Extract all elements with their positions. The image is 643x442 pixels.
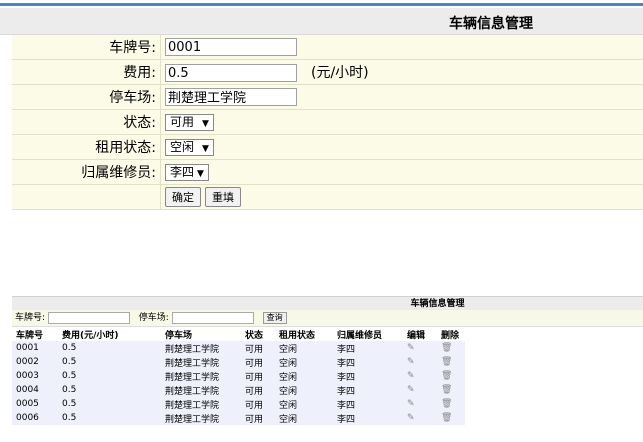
lot-input[interactable]: [165, 87, 297, 106]
table-header: 费用(元/小时): [62, 331, 119, 341]
table-header: 编辑: [407, 331, 426, 341]
table-cell: 0005: [12, 397, 58, 411]
fee-input[interactable]: [165, 64, 297, 83]
table-header: 删除: [441, 331, 460, 341]
search-lot-label: 停车场:: [138, 313, 169, 323]
table-cell: 0.5: [58, 369, 161, 383]
delete-icon[interactable]: 🗑: [437, 341, 465, 355]
search-lot-input[interactable]: [171, 311, 254, 324]
table-cell: 空闲: [275, 341, 333, 355]
table-row: 0003 0.5 荆楚理工学院 可用 空闲 李四 ✎ 🗑: [12, 369, 465, 383]
table-cell: 李四: [333, 397, 403, 411]
page-title: 车辆信息管理: [449, 16, 533, 32]
edit-icon[interactable]: ✎: [403, 383, 437, 397]
table-cell: 荆楚理工学院: [161, 355, 241, 369]
fee-unit: (元/小时): [311, 64, 369, 81]
table-header: 归属维修员: [337, 331, 383, 341]
table-cell: 0.5: [58, 397, 161, 411]
table-cell: 0004: [12, 383, 58, 397]
table-cell: 可用: [241, 355, 275, 369]
table-cell: 0.5: [58, 383, 161, 397]
edit-icon[interactable]: ✎: [403, 411, 437, 425]
search-plate-input[interactable]: [47, 311, 130, 324]
vehicle-list-panel: 车辆信息管理 车牌号: 停车场: 查询 车牌号 费用(元/小时) 停车场 状态 租用状态…: [12, 296, 643, 425]
table-cell: 0.5: [58, 411, 161, 425]
search-plate-label: 车牌号:: [15, 313, 46, 323]
chevron-down-icon: ▼: [202, 143, 209, 154]
status-select[interactable]: 可用 ▼: [165, 113, 214, 131]
table-cell: 空闲: [275, 383, 333, 397]
form-title-bar: 车辆信息管理: [0, 8, 643, 35]
table-cell: 0002: [12, 355, 58, 369]
chevron-down-icon: ▼: [202, 118, 209, 129]
rent-select-value: 空闲: [170, 139, 195, 154]
table-cell: 可用: [241, 411, 275, 425]
owner-select-value: 李四: [170, 164, 195, 179]
table-cell: 0.5: [58, 355, 161, 369]
delete-icon[interactable]: 🗑: [437, 397, 465, 411]
table-row: 0004 0.5 荆楚理工学院 可用 空闲 李四 ✎ 🗑: [12, 383, 465, 397]
table-cell: 空闲: [275, 369, 333, 383]
table-cell: 0.5: [58, 341, 161, 355]
ok-button[interactable]: 确定: [165, 187, 201, 207]
search-bar: 车牌号: 停车场: 查询: [12, 310, 643, 327]
table-cell: 荆楚理工学院: [161, 411, 241, 425]
reset-button[interactable]: 重填: [205, 187, 241, 207]
table-cell: 李四: [333, 341, 403, 355]
edit-icon[interactable]: ✎: [403, 341, 437, 355]
table-cell: 可用: [241, 397, 275, 411]
table-cell: 荆楚理工学院: [161, 369, 241, 383]
chevron-down-icon: ▼: [197, 168, 204, 179]
table-cell: 空闲: [275, 397, 333, 411]
status-label: 状态:: [12, 109, 161, 135]
edit-icon[interactable]: ✎: [403, 369, 437, 383]
table-row: 0006 0.5 荆楚理工学院 可用 空闲 李四 ✎ 🗑: [12, 411, 465, 425]
table-header: 车牌号: [16, 331, 44, 341]
delete-icon[interactable]: 🗑: [437, 355, 465, 369]
table-cell: 荆楚理工学院: [161, 397, 241, 411]
lot-label: 停车场:: [12, 84, 161, 110]
owner-label: 归属维修员:: [12, 159, 161, 185]
query-button[interactable]: 查询: [262, 311, 287, 324]
list-title: 车辆信息管理: [12, 296, 643, 310]
table-cell: 空闲: [275, 411, 333, 425]
top-accent-line: [0, 3, 643, 6]
table-cell: 可用: [241, 383, 275, 397]
table-row: 0002 0.5 荆楚理工学院 可用 空闲 李四 ✎ 🗑: [12, 355, 465, 369]
vehicle-form: 车牌号: 费用: (元/小时) 停车场: 状态: 可用 ▼ 租用状态: 空闲 ▼ 归…: [12, 35, 643, 210]
plate-input[interactable]: [165, 38, 297, 56]
table-cell: 0006: [12, 411, 58, 425]
table-cell: 李四: [333, 369, 403, 383]
table-row: 0005 0.5 荆楚理工学院 可用 空闲 李四 ✎ 🗑: [12, 397, 465, 411]
fee-label: 费用:: [12, 59, 161, 85]
delete-icon[interactable]: 🗑: [437, 411, 465, 425]
status-select-value: 可用: [170, 114, 195, 129]
table-cell: 空闲: [275, 355, 333, 369]
edit-icon[interactable]: ✎: [403, 355, 437, 369]
table-header: 停车场: [165, 331, 193, 341]
rent-select[interactable]: 空闲 ▼: [165, 138, 214, 156]
table-cell: 可用: [241, 369, 275, 383]
table-cell: 李四: [333, 411, 403, 425]
owner-select[interactable]: 李四 ▼: [165, 163, 209, 181]
plate-label: 车牌号:: [12, 35, 161, 60]
table-cell: 李四: [333, 383, 403, 397]
delete-icon[interactable]: 🗑: [437, 383, 465, 397]
rent-label: 租用状态:: [12, 134, 161, 160]
table-cell: 李四: [333, 355, 403, 369]
table-cell: 0003: [12, 369, 58, 383]
table-cell: 可用: [241, 341, 275, 355]
table-header: 租用状态: [279, 331, 316, 341]
table-cell: 荆楚理工学院: [161, 383, 241, 397]
edit-icon[interactable]: ✎: [403, 397, 437, 411]
table-cell: 0001: [12, 341, 58, 355]
delete-icon[interactable]: 🗑: [437, 369, 465, 383]
vehicle-table: 车牌号 费用(元/小时) 停车场 状态 租用状态 归属维修员 编辑 删除 0001 0.5 荆楚理…: [12, 328, 465, 425]
table-cell: 荆楚理工学院: [161, 341, 241, 355]
table-row: 0001 0.5 荆楚理工学院 可用 空闲 李四 ✎ 🗑: [12, 341, 465, 355]
table-header: 状态: [245, 331, 264, 341]
